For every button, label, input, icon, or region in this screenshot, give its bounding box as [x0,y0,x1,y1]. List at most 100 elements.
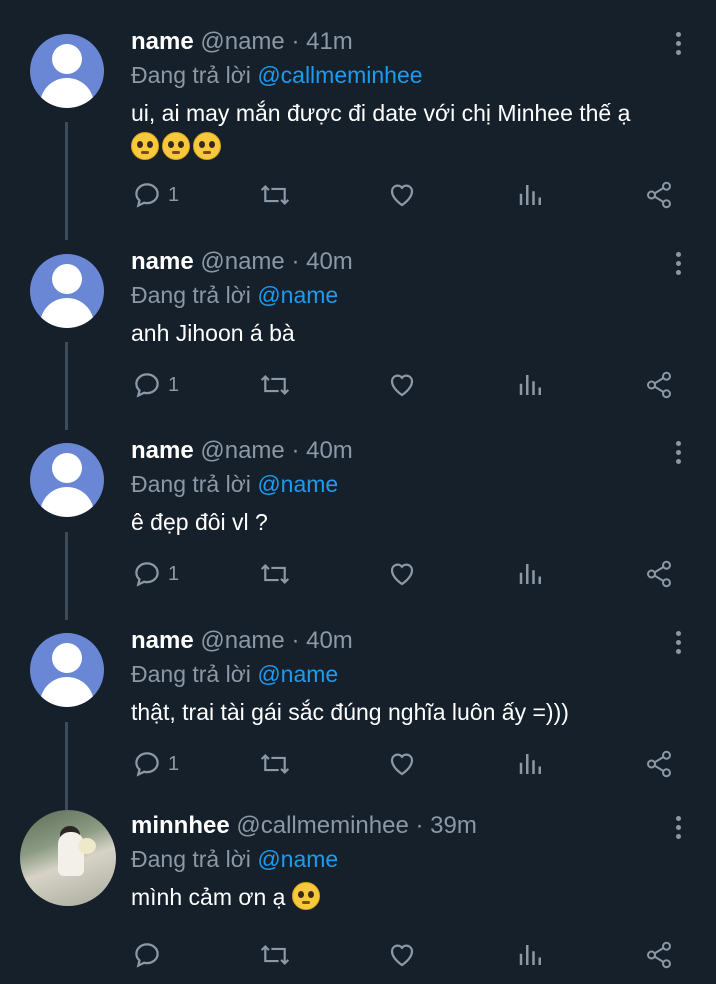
separator: · [284,248,307,275]
replying-to-label: Đang trả lời [131,62,251,88]
like-button[interactable] [386,749,418,781]
handle[interactable]: @name [200,248,284,275]
replying-to: Đang trả lời @name [131,282,338,309]
avatar[interactable] [30,254,104,328]
display-name[interactable]: name [131,627,194,654]
analytics-icon [519,945,541,965]
tweet-header: name @name · 40m [131,437,353,465]
tweet-text: thật, trai tài gái sắc đúng nghĩa luôn ấ… [131,699,569,725]
reply-icon [135,752,159,777]
reply-count: 1 [168,184,180,206]
share-button[interactable] [644,559,674,591]
reply-count: 1 [168,563,180,585]
handle[interactable]: @name [200,627,284,654]
avatar[interactable] [30,633,104,707]
analytics-button[interactable] [516,370,546,402]
pleading-face-emoji [131,132,159,160]
reply-button[interactable]: 1 [132,559,179,591]
replying-to: Đang trả lời @name [131,471,338,498]
display-name[interactable]: name [131,28,194,55]
share-button[interactable] [644,940,674,972]
more-icon[interactable] [676,816,684,843]
tweet-actions: 1 [0,749,716,781]
like-button[interactable] [386,370,418,402]
tweet-actions: 1 [0,180,716,212]
more-icon[interactable] [676,252,684,279]
separator: · [284,437,307,464]
tweet-actions: 1 [0,370,716,402]
retweet-button[interactable] [258,749,292,781]
analytics-button[interactable] [516,559,546,591]
handle[interactable]: @callmeminhee [236,812,408,839]
like-icon [390,563,414,586]
more-icon[interactable] [676,32,684,59]
retweet-button[interactable] [258,559,292,591]
avatar[interactable] [20,810,116,906]
tweet-text: ui, ai may mắn được đi date với chị Minh… [131,96,691,164]
share-button[interactable] [644,180,674,212]
share-button[interactable] [644,749,674,781]
reply-icon [135,373,159,398]
tweet-text-content: mình cảm ơn ạ [131,884,286,910]
mention-link[interactable]: @callmeminhee [257,62,422,88]
like-button[interactable] [386,940,418,972]
tweet-actions: 1 [0,559,716,591]
reply-button[interactable] [132,940,162,972]
tweet-header: name @name · 40m [131,248,353,276]
tweet-text: ê đẹp đôi vl ? [131,509,268,535]
reply-icon [135,943,159,968]
reply-icon [135,183,159,208]
replying-to: Đang trả lời @name [131,846,338,873]
mention-link[interactable]: @name [257,471,338,497]
like-icon [390,944,414,967]
display-name[interactable]: minnhee [131,812,230,839]
timestamp[interactable]: 41m [306,28,353,55]
share-icon [647,941,671,969]
retweet-button[interactable] [258,370,292,402]
retweet-icon [260,944,290,966]
separator: · [284,28,307,55]
reply-button[interactable]: 1 [132,370,179,402]
retweet-button[interactable] [258,180,292,212]
mention-link[interactable]: @name [257,846,338,872]
retweet-icon [260,753,290,775]
display-name[interactable]: name [131,248,194,275]
reply-count: 1 [168,753,180,775]
like-button[interactable] [386,180,418,212]
analytics-icon [519,754,541,774]
replying-to-label: Đang trả lời [131,661,251,687]
like-icon [390,753,414,776]
separator: · [408,812,431,839]
share-icon [647,371,671,399]
mention-link[interactable]: @name [257,282,338,308]
tweet-text-content: ui, ai may mắn được đi date với chị Minh… [131,100,631,126]
replying-to-label: Đang trả lời [131,471,251,497]
mention-link[interactable]: @name [257,661,338,687]
tweet-header: name @name · 41m [131,28,353,56]
like-button[interactable] [386,559,418,591]
timestamp[interactable]: 39m [430,812,477,839]
retweet-button[interactable] [258,940,292,972]
handle[interactable]: @name [200,28,284,55]
handle[interactable]: @name [200,437,284,464]
display-name[interactable]: name [131,437,194,464]
avatar[interactable] [30,34,104,108]
analytics-button[interactable] [516,749,546,781]
reply-count: 1 [168,374,180,396]
reply-button[interactable]: 1 [132,749,179,781]
pleading-face-emoji [193,132,221,160]
more-icon[interactable] [676,631,684,658]
more-icon[interactable] [676,441,684,468]
timestamp[interactable]: 40m [306,627,353,654]
analytics-button[interactable] [516,180,546,212]
like-icon [390,184,414,207]
timestamp[interactable]: 40m [306,248,353,275]
share-button[interactable] [644,370,674,402]
avatar[interactable] [30,443,104,517]
analytics-button[interactable] [516,940,546,972]
reply-button[interactable]: 1 [132,180,179,212]
retweet-icon [260,374,290,396]
replying-to-label: Đang trả lời [131,846,251,872]
pleading-face-emoji [291,882,320,910]
timestamp[interactable]: 40m [306,437,353,464]
